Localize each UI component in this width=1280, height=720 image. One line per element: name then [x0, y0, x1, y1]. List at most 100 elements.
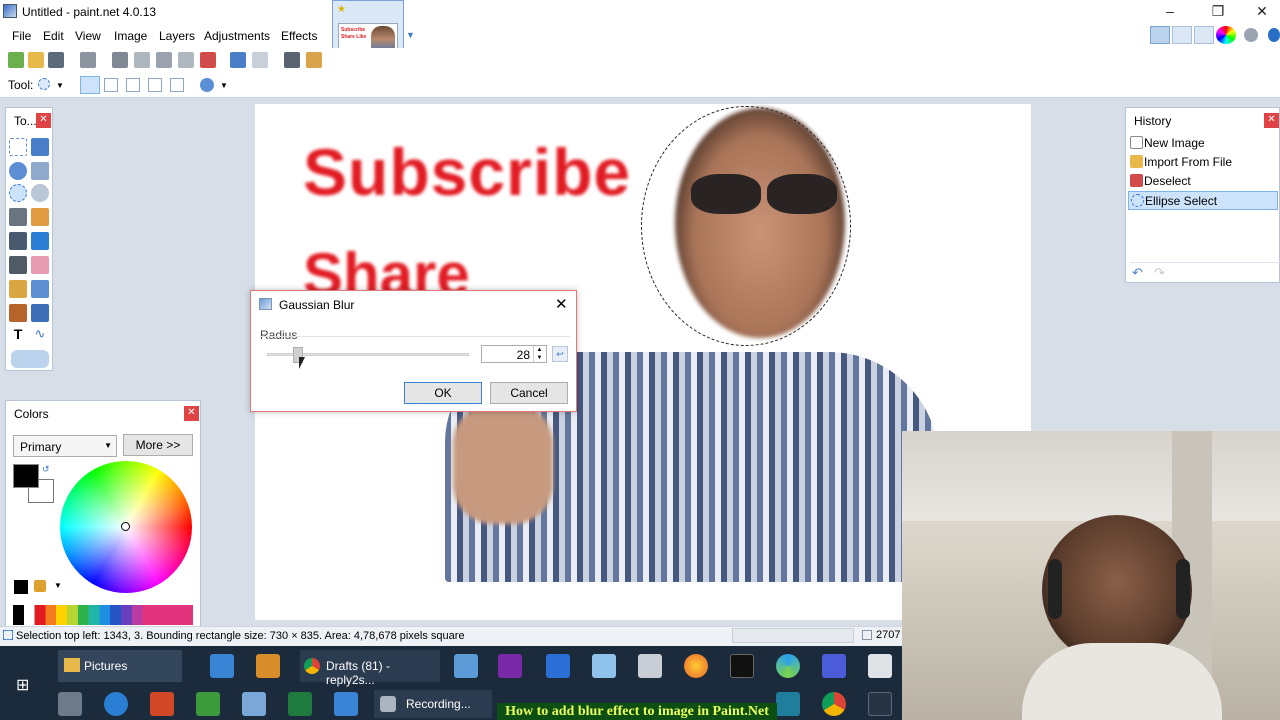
- taskbar-app-icon-5[interactable]: [592, 654, 616, 678]
- color-mode-select[interactable]: Primary ▼: [13, 435, 117, 457]
- tools-panel-close-icon[interactable]: ✕: [36, 113, 51, 128]
- history-item-import[interactable]: Import From File: [1128, 153, 1278, 172]
- eraser-icon[interactable]: [31, 256, 49, 274]
- ellipse-select-tool-icon[interactable]: [38, 78, 50, 90]
- powerpoint-icon[interactable]: [150, 692, 174, 716]
- zoom-icon[interactable]: [31, 184, 49, 202]
- move-selection-icon[interactable]: [31, 162, 49, 180]
- tab-dropdown-arrow-icon[interactable]: ▼: [406, 30, 416, 40]
- taskbar-pictures[interactable]: Pictures: [58, 650, 182, 682]
- color-picker-icon[interactable]: [31, 280, 49, 298]
- reset-radius-icon[interactable]: ↩: [552, 346, 568, 362]
- dialog-close-icon[interactable]: ✕: [555, 295, 568, 313]
- firefox-icon[interactable]: [684, 654, 708, 678]
- crop-icon[interactable]: [178, 52, 194, 68]
- menu-layers[interactable]: Layers: [159, 29, 195, 43]
- ie-icon[interactable]: [104, 692, 128, 716]
- taskbar-app-icon-7[interactable]: [822, 654, 846, 678]
- minimize-button[interactable]: –: [1148, 0, 1192, 24]
- antialias-icon[interactable]: [200, 78, 214, 92]
- terminal-icon[interactable]: [730, 654, 754, 678]
- palette-folder-icon[interactable]: [34, 580, 46, 592]
- taskbar-recording[interactable]: Recording...: [374, 690, 492, 718]
- taskbar-app-icon-11[interactable]: [776, 692, 800, 716]
- selection-mode-replace-icon[interactable]: [80, 76, 100, 94]
- magic-wand-icon[interactable]: [9, 208, 27, 226]
- menu-edit[interactable]: Edit: [43, 29, 64, 43]
- history-panel-close-icon[interactable]: ✕: [1264, 113, 1279, 128]
- taskbar-app-icon-8[interactable]: [58, 692, 82, 716]
- paintnet-task-icon[interactable]: [242, 692, 266, 716]
- menu-image[interactable]: Image: [114, 29, 147, 43]
- taskbar-app-icon-1[interactable]: [210, 654, 234, 678]
- taskbar-app-icon-3[interactable]: [454, 654, 478, 678]
- rectangle-select-icon[interactable]: [9, 138, 27, 156]
- taskbar-app-icon-9[interactable]: [196, 692, 220, 716]
- paintbrush-icon[interactable]: [9, 256, 27, 274]
- history-redo-icon[interactable]: ↷: [1154, 265, 1165, 281]
- antialias-dropdown-icon[interactable]: ▼: [220, 81, 228, 90]
- menu-file[interactable]: File: [12, 29, 31, 43]
- deselect-icon[interactable]: [200, 52, 216, 68]
- more-colors-button[interactable]: More >>: [123, 434, 193, 456]
- taskbar-app-icon-6[interactable]: [638, 654, 662, 678]
- ok-button[interactable]: OK: [404, 382, 482, 404]
- selection-mode-union-icon[interactable]: [104, 78, 118, 92]
- paint-bucket-icon[interactable]: [9, 232, 27, 250]
- taskbar-app-icon-2[interactable]: [256, 654, 280, 678]
- powershell-icon[interactable]: [546, 654, 570, 678]
- grid-icon[interactable]: [284, 52, 300, 68]
- restore-button[interactable]: ❐: [1196, 0, 1240, 24]
- tool-dropdown-icon[interactable]: ▼: [56, 81, 64, 90]
- palette-black-swatch[interactable]: [14, 580, 28, 594]
- calculator-icon[interactable]: [868, 654, 892, 678]
- redo-icon[interactable]: [252, 52, 268, 68]
- colors-panel-close-icon[interactable]: ✕: [184, 406, 199, 421]
- colors-toggle-icon[interactable]: [1216, 26, 1236, 44]
- cancel-button[interactable]: Cancel: [490, 382, 568, 404]
- menu-effects[interactable]: Effects: [281, 29, 317, 43]
- history-item-new-image[interactable]: New Image: [1128, 134, 1278, 153]
- taskbar-app-icon-4[interactable]: [498, 654, 522, 678]
- clone-stamp-icon[interactable]: [9, 304, 27, 322]
- save-icon[interactable]: [48, 52, 64, 68]
- new-icon[interactable]: [8, 52, 24, 68]
- taskbar-chrome-drafts[interactable]: Drafts (81) - reply2s...: [300, 650, 440, 687]
- text-tool-icon[interactable]: T: [9, 326, 27, 344]
- layers-toggle-icon[interactable]: [1194, 26, 1214, 44]
- history-item-ellipse-select[interactable]: Ellipse Select: [1128, 191, 1278, 210]
- tools-toggle-icon[interactable]: [1150, 26, 1170, 44]
- swap-colors-icon[interactable]: ↺: [42, 464, 50, 475]
- menu-view[interactable]: View: [75, 29, 101, 43]
- color-wheel-handle[interactable]: [121, 522, 130, 531]
- ellipse-select-icon[interactable]: [9, 184, 27, 202]
- undo-icon[interactable]: [230, 52, 246, 68]
- selection-mode-exclude-icon[interactable]: [126, 78, 140, 92]
- windows-start-icon[interactable]: ⊞: [16, 678, 32, 694]
- taskbar-app-icon-12[interactable]: [868, 692, 892, 716]
- paste-icon[interactable]: [156, 52, 172, 68]
- primary-color-swatch[interactable]: [13, 464, 39, 488]
- chrome-icon-2[interactable]: [822, 692, 846, 716]
- help-icon[interactable]: [1268, 28, 1280, 42]
- settings-gear-icon[interactable]: [1244, 28, 1258, 42]
- history-toggle-icon[interactable]: [1172, 26, 1192, 44]
- excel-icon[interactable]: [288, 692, 312, 716]
- pencil-icon[interactable]: [9, 280, 27, 298]
- ruler-icon[interactable]: [306, 52, 322, 68]
- cut-icon[interactable]: [112, 52, 128, 68]
- color-palette-strip[interactable]: [13, 605, 193, 625]
- print-icon[interactable]: [80, 52, 96, 68]
- edge-icon[interactable]: [776, 654, 800, 678]
- taskbar-app-icon-10[interactable]: [334, 692, 358, 716]
- shapes-icon[interactable]: [11, 350, 49, 368]
- recolor-icon[interactable]: [31, 304, 49, 322]
- line-curve-icon[interactable]: ∿: [31, 326, 49, 344]
- selection-mode-xor-icon[interactable]: [170, 78, 184, 92]
- close-button[interactable]: ✕: [1240, 0, 1280, 24]
- move-selected-icon[interactable]: [31, 138, 49, 156]
- menu-adjustments[interactable]: Adjustments: [204, 29, 270, 43]
- open-icon[interactable]: [28, 52, 44, 68]
- history-item-deselect[interactable]: Deselect: [1128, 172, 1278, 191]
- pan-icon[interactable]: [31, 208, 49, 226]
